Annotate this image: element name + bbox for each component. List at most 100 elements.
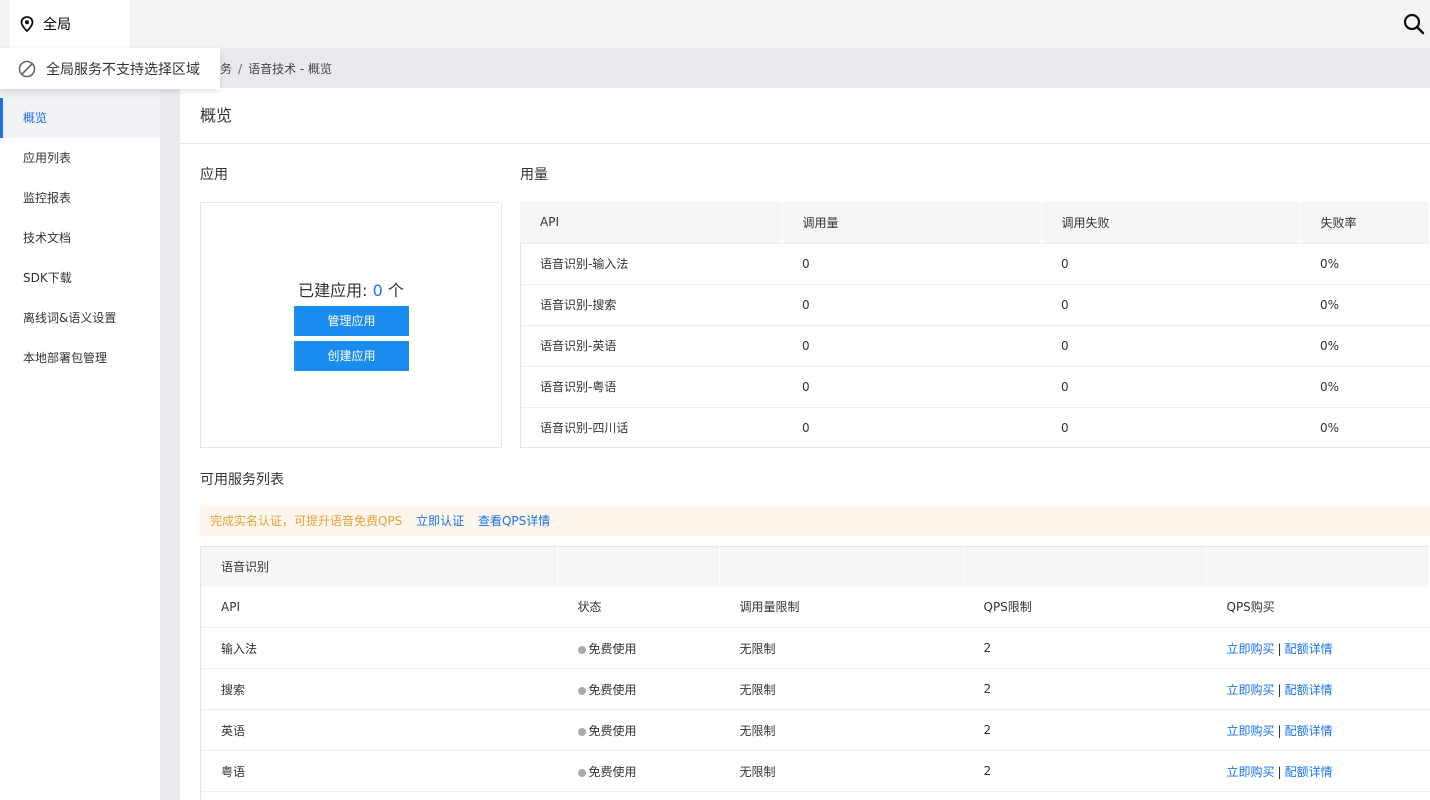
sidebar-item-tech-docs[interactable]: 技术文档 <box>0 218 160 258</box>
sidebar: 概览 应用列表 监控报表 技术文档 SDK下载 离线词&语义设置 本地部署包管理 <box>0 98 160 800</box>
usage-cell-fail-rate: 0% <box>1300 283 1430 325</box>
qps-notice-text: 完成实名认证，可提升语音免费QPS <box>210 514 403 528</box>
service-qps-limit: 2 <box>963 627 1207 669</box>
usage-cell-calls: 0 <box>782 324 1041 366</box>
forbidden-icon <box>18 60 36 77</box>
breadcrumb-parent[interactable]: 务 <box>220 62 232 76</box>
apps-section-label: 应用 <box>200 167 228 183</box>
usage-cell-fail-rate: 0% <box>1300 406 1430 448</box>
region-dropdown-note: 全局服务不支持选择区域 <box>46 61 200 78</box>
sidebar-item-app-list[interactable]: 应用列表 <box>0 138 160 178</box>
usage-cell-api: 语音识别-搜索 <box>520 283 782 325</box>
quota-details-link[interactable]: 配额详情 <box>1285 765 1333 779</box>
qps-notice: 完成实名认证，可提升语音免费QPS 立即认证 查看QPS详情 <box>200 506 1430 536</box>
service-qps-buy: 立即购买 | 配额详情 <box>1206 750 1430 792</box>
verify-now-link[interactable]: 立即认证 <box>416 514 464 528</box>
service-qps-limit: 2 <box>963 709 1207 751</box>
usage-table-header: API 调用量 调用失败 失败率 <box>520 202 1430 243</box>
table-row: 粤语 免费使用 无限制 2 立即购买 | 配额详情 <box>200 750 1430 792</box>
region-selector[interactable]: 全局 <box>10 0 130 48</box>
buy-now-link[interactable]: 立即购买 <box>1227 724 1275 738</box>
create-app-button[interactable]: 创建应用 <box>294 341 409 371</box>
services-col-qps-limit: QPS限制 <box>983 600 1032 615</box>
quota-details-link[interactable]: 配额详情 <box>1285 724 1333 738</box>
quota-details-link[interactable]: 配额详情 <box>1285 642 1333 656</box>
table-row: 英语 免费使用 无限制 2 立即购买 | 配额详情 <box>200 709 1430 751</box>
status-dot-icon <box>577 768 586 777</box>
search-icon[interactable] <box>1402 12 1426 36</box>
service-call-limit: 无限制 <box>719 668 964 710</box>
manage-app-button[interactable]: 管理应用 <box>294 306 409 336</box>
sidebar-item-overview[interactable]: 概览 <box>0 98 160 138</box>
usage-cell-calls: 0 <box>782 283 1041 325</box>
service-qps-limit: 2 <box>963 668 1207 710</box>
usage-cell-api: 语音识别-输入法 <box>520 242 782 284</box>
usage-table: API 调用量 调用失败 失败率 语音识别-输入法 0 0 0% 语音识别-搜索… <box>520 202 1430 448</box>
services-table-header: API 状态 调用量限制 QPS限制 QPS购买 <box>201 587 1430 628</box>
location-pin-icon <box>20 16 34 32</box>
service-status: 免费使用 <box>557 709 720 751</box>
table-row: 语音识别-英语 0 0 0% <box>520 324 1430 366</box>
usage-section-label: 用量 <box>520 167 548 183</box>
page-title: 概览 <box>180 88 1430 144</box>
service-call-limit: 无限制 <box>719 627 964 669</box>
services-group-label: 语音识别 <box>200 546 558 587</box>
services-section-label: 可用服务列表 <box>200 472 284 488</box>
services-group-header: 语音识别 <box>200 546 1430 587</box>
region-dropdown: 全局服务不支持选择区域 <box>0 48 220 89</box>
breadcrumb-bar: 务 / 语音技术 - 概览 <box>160 48 1430 88</box>
status-dot-icon <box>577 727 586 736</box>
table-row: 输入法 免费使用 无限制 2 立即购买 | 配额详情 <box>200 627 1430 669</box>
service-api: 搜索 <box>200 668 558 710</box>
usage-cell-failed: 0 <box>1041 283 1300 325</box>
usage-col-calls: 调用量 <box>782 202 1042 243</box>
service-api: 英语 <box>200 709 558 751</box>
services-col-status: 状态 <box>577 600 602 615</box>
service-qps-buy: 立即购买 | 配额详情 <box>1206 709 1430 751</box>
services-col-call-limit: 调用量限制 <box>739 600 800 615</box>
sidebar-item-local-deploy[interactable]: 本地部署包管理 <box>0 338 160 378</box>
usage-cell-failed: 0 <box>1041 365 1300 407</box>
table-row <box>200 791 1430 800</box>
services-col-qps-buy: QPS购买 <box>1226 600 1275 615</box>
sidebar-item-monitor-report[interactable]: 监控报表 <box>0 178 160 218</box>
service-qps-buy: 立即购买 | 配额详情 <box>1206 668 1430 710</box>
usage-cell-calls: 0 <box>782 406 1041 448</box>
usage-col-api: API <box>520 202 783 243</box>
usage-cell-failed: 0 <box>1041 242 1300 284</box>
table-row: 搜索 免费使用 无限制 2 立即购买 | 配额详情 <box>200 668 1430 710</box>
buy-now-link[interactable]: 立即购买 <box>1227 642 1275 656</box>
quota-details-link[interactable]: 配额详情 <box>1285 683 1333 697</box>
status-dot-icon <box>577 645 586 654</box>
sidebar-item-sdk-download[interactable]: SDK下载 <box>0 258 160 298</box>
service-qps-buy: 立即购买 | 配额详情 <box>1206 627 1430 669</box>
service-status: 免费使用 <box>557 750 720 792</box>
usage-cell-calls: 0 <box>782 242 1041 284</box>
usage-cell-api: 语音识别-四川话 <box>520 406 782 448</box>
buy-now-link[interactable]: 立即购买 <box>1227 765 1275 779</box>
services-col-api: API <box>221 599 240 614</box>
service-status: 免费使用 <box>557 627 720 669</box>
table-row: 语音识别-搜索 0 0 0% <box>520 283 1430 325</box>
service-call-limit: 无限制 <box>719 709 964 751</box>
status-dot-icon <box>577 686 586 695</box>
app-count-label: 已建应用: <box>298 281 368 300</box>
region-label: 全局 <box>43 17 71 33</box>
service-api: 输入法 <box>200 627 558 669</box>
service-call-limit: 无限制 <box>719 750 964 792</box>
top-bar <box>0 0 1430 48</box>
service-api: 粤语 <box>200 750 558 792</box>
table-row: 语音识别-粤语 0 0 0% <box>520 365 1430 407</box>
service-status: 免费使用 <box>557 668 720 710</box>
sidebar-item-offline-words[interactable]: 离线词&语义设置 <box>0 298 160 338</box>
usage-cell-failed: 0 <box>1041 406 1300 448</box>
table-row: 语音识别-输入法 0 0 0% <box>520 242 1430 284</box>
buy-now-link[interactable]: 立即购买 <box>1227 683 1275 697</box>
usage-cell-fail-rate: 0% <box>1300 324 1430 366</box>
qps-details-link[interactable]: 查看QPS详情 <box>478 514 550 528</box>
app-count-value: 0 <box>372 281 383 300</box>
usage-cell-calls: 0 <box>782 365 1041 407</box>
app-count: 已建应用: 0 个 <box>201 277 501 301</box>
usage-cell-api: 语音识别-英语 <box>520 324 782 366</box>
breadcrumb: 务 / 语音技术 - 概览 <box>220 62 333 76</box>
